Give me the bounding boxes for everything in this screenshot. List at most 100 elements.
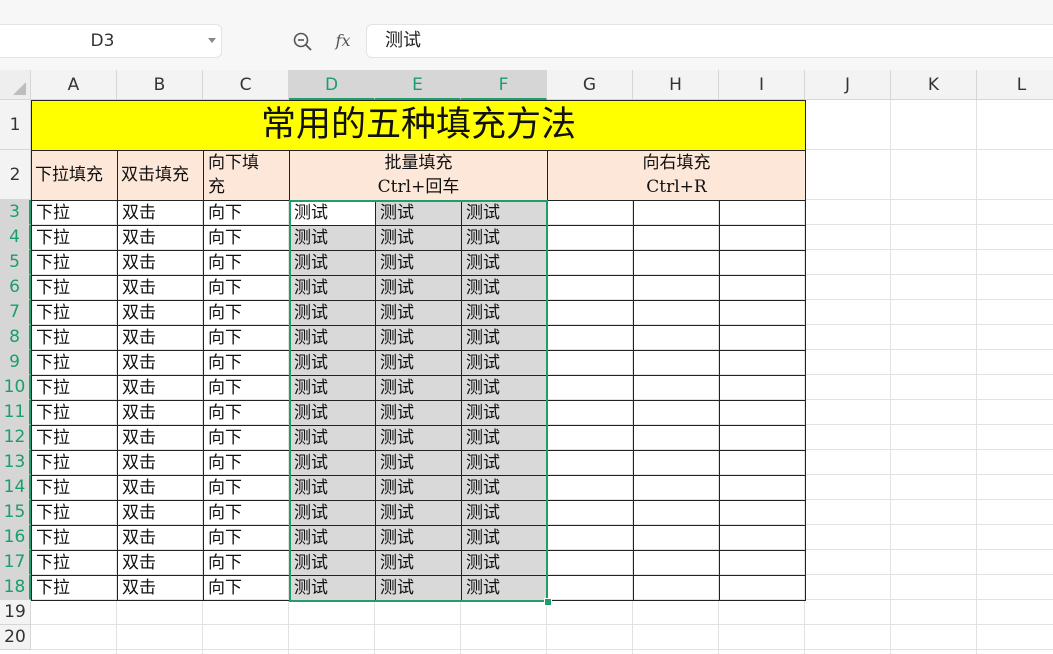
chevron-down-icon[interactable] <box>208 38 216 43</box>
cell-a5[interactable]: 下拉 <box>31 250 118 276</box>
cell-b10[interactable]: 双击 <box>117 375 204 401</box>
cell-i17[interactable] <box>719 550 806 576</box>
cell-a12[interactable]: 下拉 <box>31 425 118 451</box>
cell-c9[interactable]: 向下 <box>203 350 290 376</box>
cell-b5[interactable]: 双击 <box>117 250 204 276</box>
cell-b6[interactable]: 双击 <box>117 275 204 301</box>
cell-h13[interactable] <box>633 450 720 476</box>
cell-a9[interactable]: 下拉 <box>31 350 118 376</box>
cell-a11[interactable]: 下拉 <box>31 400 118 426</box>
spreadsheet-grid[interactable]: ABCDEFGHIJKL 1 2 3 4 5 6 7 8 9 10 11 12 13 14 15 16 17 18… <box>0 70 1053 654</box>
title-cell[interactable]: 常用的五种填充方法 <box>31 100 806 151</box>
column-header-b[interactable]: B <box>117 70 203 100</box>
cell-e10[interactable]: 测试 <box>375 375 462 401</box>
cell-h6[interactable] <box>633 275 720 301</box>
cell-e9[interactable]: 测试 <box>375 350 462 376</box>
cell-d14[interactable]: 测试 <box>289 475 376 501</box>
fill-handle[interactable] <box>544 598 552 606</box>
cell-i15[interactable] <box>719 500 806 526</box>
cell-e13[interactable]: 测试 <box>375 450 462 476</box>
cell-e8[interactable]: 测试 <box>375 325 462 351</box>
cell-i3[interactable] <box>719 200 806 226</box>
row-header-15[interactable]: 15 <box>0 500 31 525</box>
cell-i8[interactable] <box>719 325 806 351</box>
cell-e3[interactable]: 测试 <box>375 200 462 226</box>
cell-f10[interactable]: 测试 <box>461 375 548 401</box>
cell-a10[interactable]: 下拉 <box>31 375 118 401</box>
cell-d10[interactable]: 测试 <box>289 375 376 401</box>
cell-b18[interactable]: 双击 <box>117 575 204 601</box>
cell-d11[interactable]: 测试 <box>289 400 376 426</box>
header-cell-c[interactable]: 向下填 充 <box>203 150 290 201</box>
row-header-14[interactable]: 14 <box>0 475 31 500</box>
cell-e6[interactable]: 测试 <box>375 275 462 301</box>
cell-f4[interactable]: 测试 <box>461 225 548 251</box>
cell-e4[interactable]: 测试 <box>375 225 462 251</box>
cell-e14[interactable]: 测试 <box>375 475 462 501</box>
cell-g3[interactable] <box>547 200 634 226</box>
cell-d12[interactable]: 测试 <box>289 425 376 451</box>
cell-g14[interactable] <box>547 475 634 501</box>
cell-h3[interactable] <box>633 200 720 226</box>
cell-h12[interactable] <box>633 425 720 451</box>
cell-i16[interactable] <box>719 525 806 551</box>
cell-f12[interactable]: 测试 <box>461 425 548 451</box>
select-all-icon[interactable] <box>13 82 26 95</box>
cell-b15[interactable]: 双击 <box>117 500 204 526</box>
cell-a8[interactable]: 下拉 <box>31 325 118 351</box>
cell-c16[interactable]: 向下 <box>203 525 290 551</box>
cell-c18[interactable]: 向下 <box>203 575 290 601</box>
cell-f9[interactable]: 测试 <box>461 350 548 376</box>
cell-h14[interactable] <box>633 475 720 501</box>
cell-g18[interactable] <box>547 575 634 601</box>
cell-i7[interactable] <box>719 300 806 326</box>
cell-h7[interactable] <box>633 300 720 326</box>
formula-input[interactable]: 测试 <box>366 24 1053 58</box>
zoom-icon[interactable] <box>292 31 314 53</box>
row-header-9[interactable]: 9 <box>0 350 31 375</box>
cell-c15[interactable]: 向下 <box>203 500 290 526</box>
row-header-17[interactable]: 17 <box>0 550 31 575</box>
cell-e7[interactable]: 测试 <box>375 300 462 326</box>
cell-a15[interactable]: 下拉 <box>31 500 118 526</box>
header-cell-ghi[interactable]: 向右填充 Ctrl+R <box>547 150 806 201</box>
column-header-f[interactable]: F <box>461 70 547 100</box>
name-box[interactable]: D3 <box>0 24 222 58</box>
cell-i13[interactable] <box>719 450 806 476</box>
cell-c5[interactable]: 向下 <box>203 250 290 276</box>
header-cell-def[interactable]: 批量填充 Ctrl+回车 <box>289 150 548 201</box>
column-header-k[interactable]: K <box>891 70 977 100</box>
cell-c7[interactable]: 向下 <box>203 300 290 326</box>
cell-b12[interactable]: 双击 <box>117 425 204 451</box>
cell-d8[interactable]: 测试 <box>289 325 376 351</box>
cell-c3[interactable]: 向下 <box>203 200 290 226</box>
row-header-20[interactable]: 20 <box>0 625 31 650</box>
cell-a6[interactable]: 下拉 <box>31 275 118 301</box>
cell-b4[interactable]: 双击 <box>117 225 204 251</box>
cell-h4[interactable] <box>633 225 720 251</box>
fx-icon[interactable]: fx <box>330 29 356 53</box>
cell-g4[interactable] <box>547 225 634 251</box>
cell-e16[interactable]: 测试 <box>375 525 462 551</box>
cell-h8[interactable] <box>633 325 720 351</box>
cell-e18[interactable]: 测试 <box>375 575 462 601</box>
cell-g15[interactable] <box>547 500 634 526</box>
cell-b13[interactable]: 双击 <box>117 450 204 476</box>
cell-h15[interactable] <box>633 500 720 526</box>
cell-a7[interactable]: 下拉 <box>31 300 118 326</box>
cell-i12[interactable] <box>719 425 806 451</box>
cell-f17[interactable]: 测试 <box>461 550 548 576</box>
cell-g16[interactable] <box>547 525 634 551</box>
header-cell-b[interactable]: 双击填充 <box>117 150 204 201</box>
cell-g8[interactable] <box>547 325 634 351</box>
cell-h9[interactable] <box>633 350 720 376</box>
cell-c10[interactable]: 向下 <box>203 375 290 401</box>
row-header-6[interactable]: 6 <box>0 275 31 300</box>
cell-h5[interactable] <box>633 250 720 276</box>
cell-h18[interactable] <box>633 575 720 601</box>
cell-c8[interactable]: 向下 <box>203 325 290 351</box>
cell-g9[interactable] <box>547 350 634 376</box>
cell-h16[interactable] <box>633 525 720 551</box>
cell-f11[interactable]: 测试 <box>461 400 548 426</box>
row-header-11[interactable]: 11 <box>0 400 31 425</box>
